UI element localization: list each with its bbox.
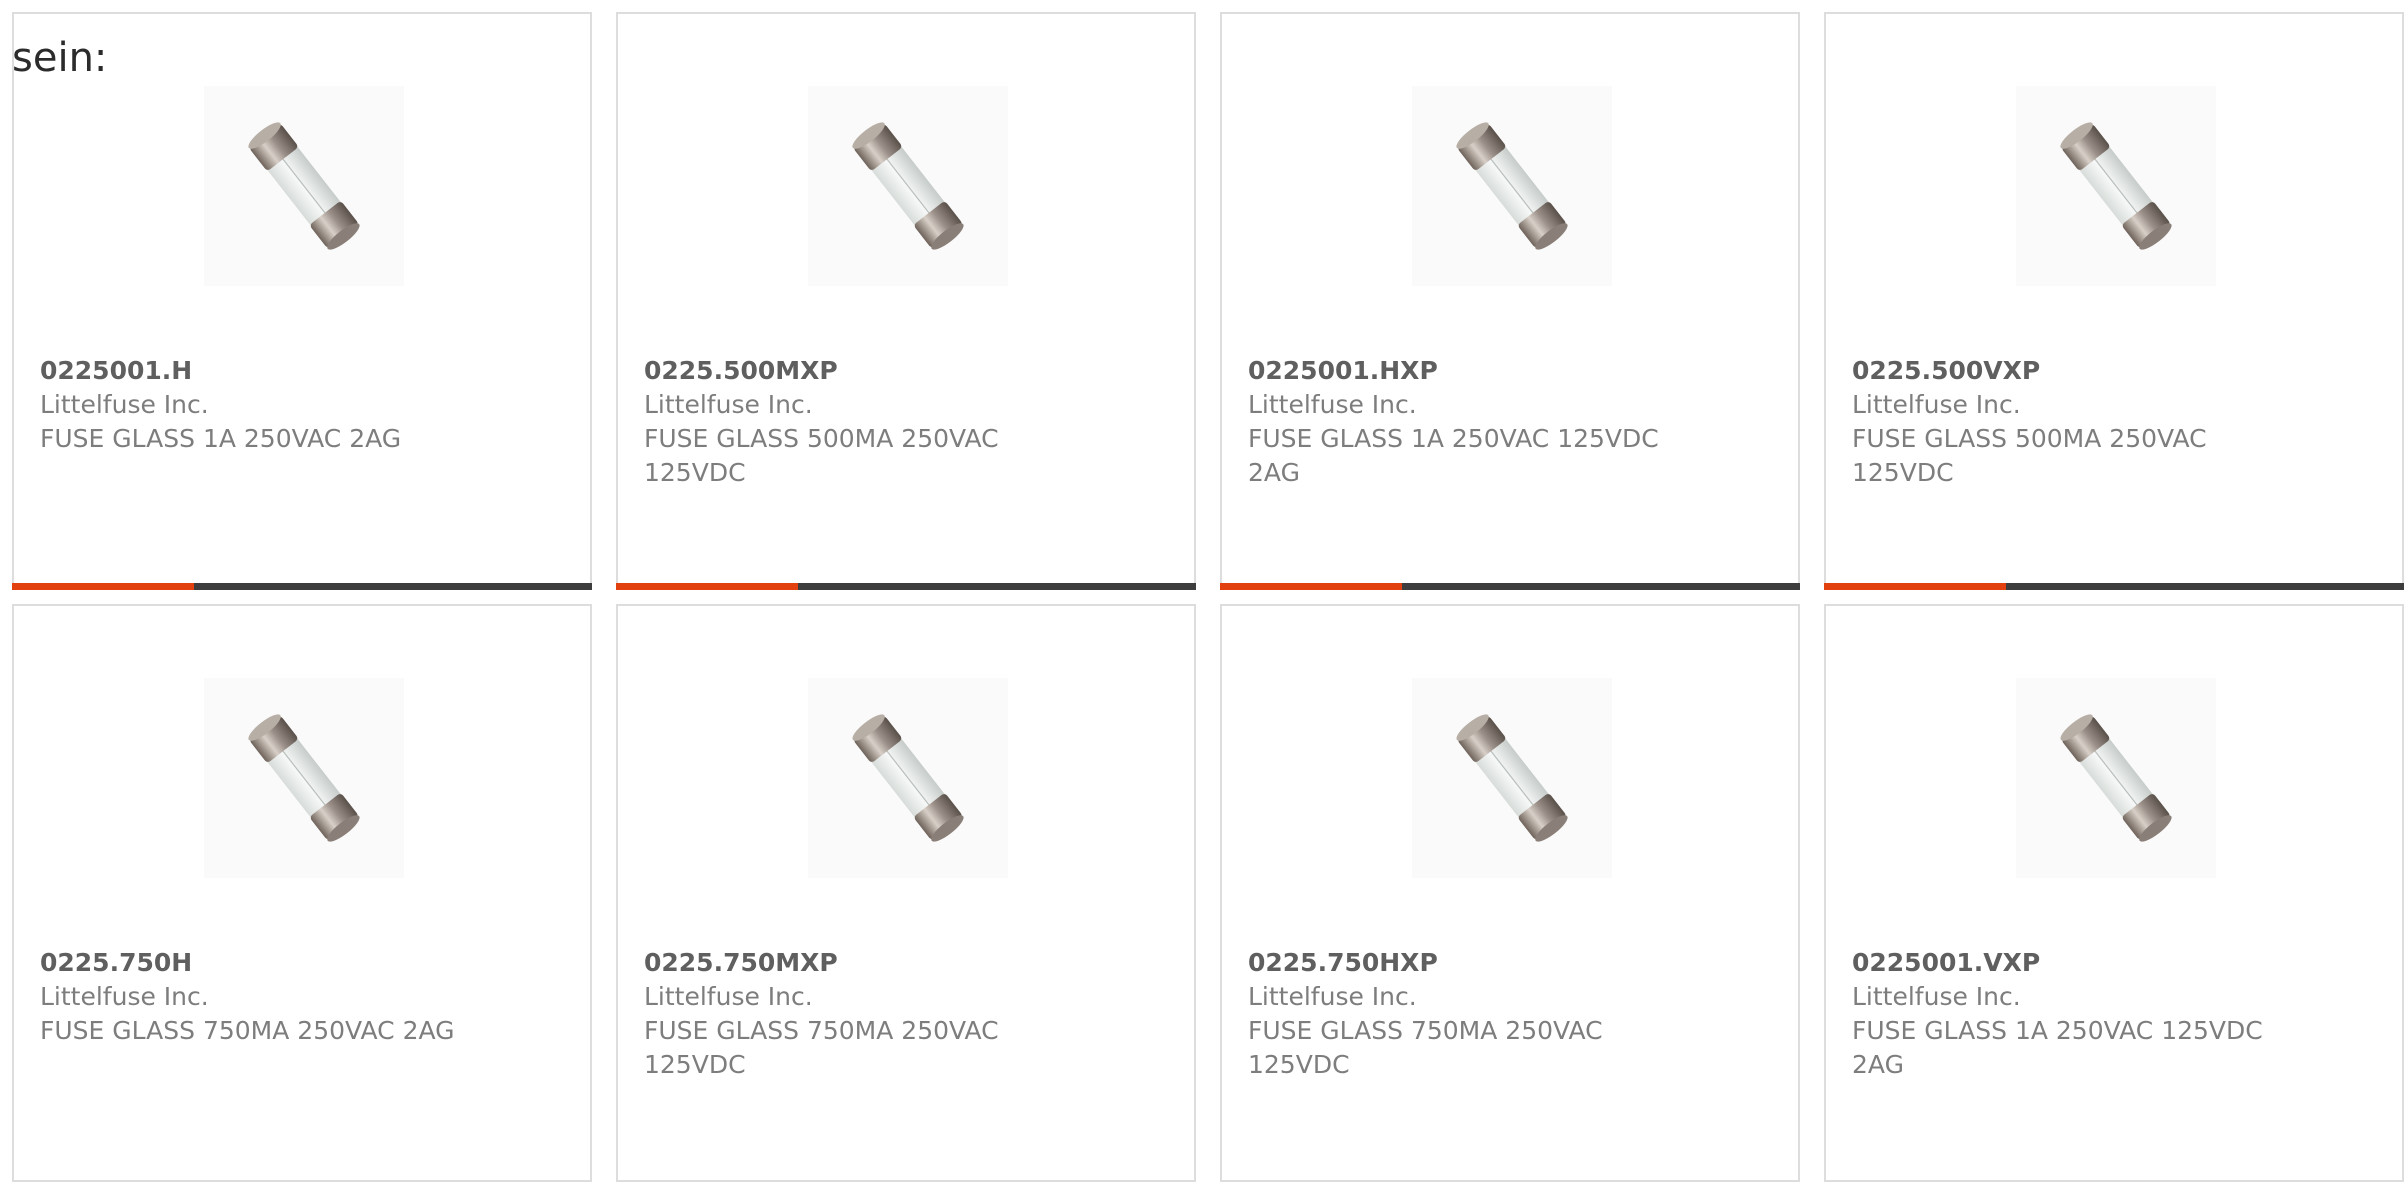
manufacturer: Littelfuse Inc. bbox=[1852, 390, 2021, 419]
product-card[interactable]: 0225.750HXP Littelfuse Inc. FUSE GLASS 7… bbox=[1220, 604, 1800, 1182]
product-image[interactable] bbox=[204, 678, 404, 878]
glass-fuse-icon bbox=[852, 122, 964, 250]
lead-text: sein: bbox=[12, 35, 108, 81]
glass-fuse-icon bbox=[852, 714, 964, 842]
product-image[interactable] bbox=[1412, 86, 1612, 286]
product-card[interactable]: 0225001.HXP Littelfuse Inc. FUSE GLASS 1… bbox=[1220, 12, 1800, 590]
product-image[interactable] bbox=[808, 678, 1008, 878]
product-grid: 0225001.H Littelfuse Inc. FUSE GLASS 1A … bbox=[12, 12, 2404, 1182]
glass-fuse-icon bbox=[2060, 122, 2172, 250]
product-info: 0225001.HXP Littelfuse Inc. FUSE GLASS 1… bbox=[1248, 354, 1678, 490]
manufacturer: Littelfuse Inc. bbox=[40, 982, 209, 1011]
product-card[interactable]: 0225.500MXP Littelfuse Inc. FUSE GLASS 5… bbox=[616, 12, 1196, 590]
card-bottom-bar bbox=[1220, 583, 1800, 590]
part-number[interactable]: 0225.500VXP bbox=[1852, 354, 2282, 388]
product-description: FUSE GLASS 1A 250VAC 125VDC 2AG bbox=[1248, 424, 1659, 487]
card-bottom-bar bbox=[1824, 583, 2404, 590]
product-image[interactable] bbox=[2016, 86, 2216, 286]
glass-fuse-icon bbox=[248, 122, 360, 250]
product-description: FUSE GLASS 750MA 250VAC 125VDC bbox=[1248, 1016, 1603, 1079]
product-description: FUSE GLASS 750MA 250VAC 125VDC bbox=[644, 1016, 999, 1079]
part-number[interactable]: 0225001.VXP bbox=[1852, 946, 2282, 980]
product-card[interactable]: 0225001.H Littelfuse Inc. FUSE GLASS 1A … bbox=[12, 12, 592, 590]
manufacturer: Littelfuse Inc. bbox=[644, 982, 813, 1011]
manufacturer: Littelfuse Inc. bbox=[1248, 390, 1417, 419]
part-number[interactable]: 0225001.HXP bbox=[1248, 354, 1678, 388]
part-number[interactable]: 0225.500MXP bbox=[644, 354, 1074, 388]
manufacturer: Littelfuse Inc. bbox=[1852, 982, 2021, 1011]
glass-fuse-icon bbox=[1456, 122, 1568, 250]
product-image[interactable] bbox=[2016, 678, 2216, 878]
card-bar-accent bbox=[12, 583, 194, 590]
part-number[interactable]: 0225.750HXP bbox=[1248, 946, 1678, 980]
part-number[interactable]: 0225001.H bbox=[40, 354, 470, 388]
glass-fuse-icon bbox=[1456, 714, 1568, 842]
manufacturer: Littelfuse Inc. bbox=[1248, 982, 1417, 1011]
product-image[interactable] bbox=[808, 86, 1008, 286]
glass-fuse-icon bbox=[2060, 714, 2172, 842]
product-card[interactable]: 0225001.VXP Littelfuse Inc. FUSE GLASS 1… bbox=[1824, 604, 2404, 1182]
product-description: FUSE GLASS 750MA 250VAC 2AG bbox=[40, 1016, 455, 1045]
product-card[interactable]: 0225.750MXP Littelfuse Inc. FUSE GLASS 7… bbox=[616, 604, 1196, 1182]
product-card[interactable]: 0225.750H Littelfuse Inc. FUSE GLASS 750… bbox=[12, 604, 592, 1182]
card-bottom-bar bbox=[12, 583, 592, 590]
product-description: FUSE GLASS 500MA 250VAC 125VDC bbox=[644, 424, 999, 487]
card-bottom-bar bbox=[616, 583, 1196, 590]
card-bar-accent bbox=[1824, 583, 2006, 590]
product-info: 0225.750HXP Littelfuse Inc. FUSE GLASS 7… bbox=[1248, 946, 1678, 1082]
product-info: 0225001.H Littelfuse Inc. FUSE GLASS 1A … bbox=[40, 354, 470, 456]
product-description: FUSE GLASS 500MA 250VAC 125VDC bbox=[1852, 424, 2207, 487]
product-info: 0225.750H Littelfuse Inc. FUSE GLASS 750… bbox=[40, 946, 470, 1048]
product-info: 0225.500MXP Littelfuse Inc. FUSE GLASS 5… bbox=[644, 354, 1074, 490]
product-info: 0225001.VXP Littelfuse Inc. FUSE GLASS 1… bbox=[1852, 946, 2282, 1082]
manufacturer: Littelfuse Inc. bbox=[40, 390, 209, 419]
card-bar-accent bbox=[1220, 583, 1402, 590]
manufacturer: Littelfuse Inc. bbox=[644, 390, 813, 419]
part-number[interactable]: 0225.750H bbox=[40, 946, 470, 980]
product-info: 0225.750MXP Littelfuse Inc. FUSE GLASS 7… bbox=[644, 946, 1074, 1082]
product-description: FUSE GLASS 1A 250VAC 125VDC 2AG bbox=[1852, 1016, 2263, 1079]
product-card[interactable]: 0225.500VXP Littelfuse Inc. FUSE GLASS 5… bbox=[1824, 12, 2404, 590]
product-description: FUSE GLASS 1A 250VAC 2AG bbox=[40, 424, 402, 453]
product-image[interactable] bbox=[1412, 678, 1612, 878]
card-bar-accent bbox=[616, 583, 798, 590]
product-info: 0225.500VXP Littelfuse Inc. FUSE GLASS 5… bbox=[1852, 354, 2282, 490]
part-number[interactable]: 0225.750MXP bbox=[644, 946, 1074, 980]
product-image[interactable] bbox=[204, 86, 404, 286]
glass-fuse-icon bbox=[248, 714, 360, 842]
